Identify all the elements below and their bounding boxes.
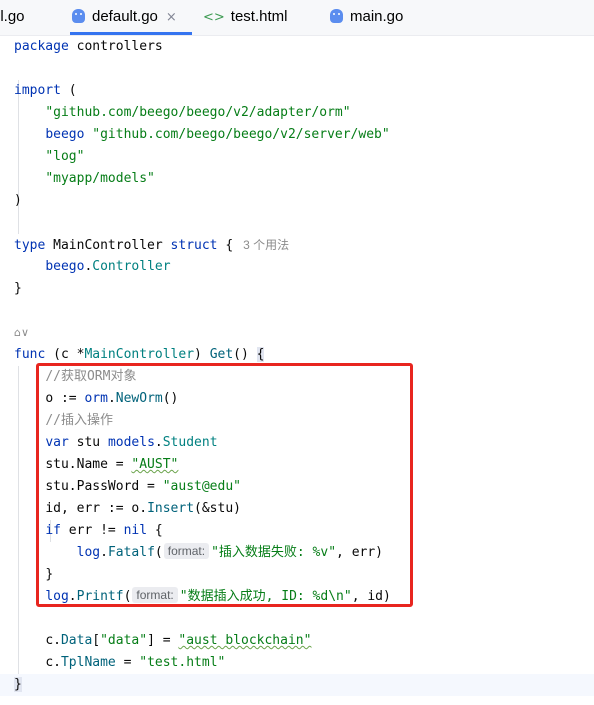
code-line-30: } bbox=[0, 674, 594, 696]
tab-label: test.html bbox=[230, 8, 288, 25]
gopher-icon bbox=[72, 9, 85, 23]
tab-el-go[interactable]: el.go bbox=[0, 0, 25, 35]
code-line-14: ⌂∨ bbox=[0, 322, 594, 344]
tab-test-html[interactable]: <> test.html bbox=[203, 0, 287, 35]
code-line-10: type MainController struct {3 个用法 bbox=[14, 238, 290, 253]
code-line-6: "log" bbox=[45, 149, 85, 164]
html-icon: <> bbox=[203, 10, 225, 25]
code-line-8: ) bbox=[14, 193, 22, 208]
code-line-3: import ( bbox=[14, 83, 77, 98]
tab-label: main.go bbox=[350, 8, 404, 25]
code-line-12: } bbox=[14, 281, 22, 296]
tab-label: default.go bbox=[92, 8, 158, 25]
close-icon[interactable]: × bbox=[166, 10, 177, 25]
annotation-highlight-box bbox=[36, 363, 413, 607]
code-line-4: "github.com/beego/beego/v2/adapter/orm" bbox=[45, 105, 351, 120]
usages-hint[interactable]: 3 个用法 bbox=[243, 238, 289, 252]
code-editor[interactable]: package controllers import ( "github.com… bbox=[0, 36, 594, 705]
tab-main-go[interactable]: main.go bbox=[330, 0, 403, 35]
gopher-icon bbox=[330, 9, 343, 23]
gutter-fold-icon[interactable]: ⌂∨ bbox=[14, 322, 29, 344]
code-line-29: c.TplName = "test.html" bbox=[45, 655, 226, 670]
code-line-7: "myapp/models" bbox=[45, 171, 155, 186]
tab-label: el.go bbox=[0, 8, 25, 25]
code-line-1: package controllers bbox=[14, 39, 163, 54]
editor-tab-bar: el.go default.go × <> test.html main.go bbox=[0, 0, 594, 36]
code-line-28: c.Data["data"] = "aust blockchain" bbox=[45, 633, 312, 648]
tab-default-go[interactable]: default.go × bbox=[70, 0, 192, 35]
code-line-11: beego.Controller bbox=[45, 259, 171, 274]
code-line-5: beego "github.com/beego/beego/v2/server/… bbox=[45, 127, 390, 142]
